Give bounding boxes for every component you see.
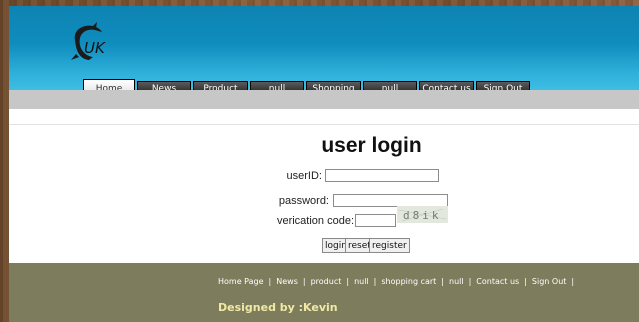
verification-code-input[interactable] <box>355 214 396 227</box>
site-footer: Home Page | News | product | null | shopping car… <box>9 263 639 322</box>
footer-links: Home Page | News | product | null | shopping car… <box>218 277 579 286</box>
designed-by: Designed by :Kevin <box>218 301 338 314</box>
footer-separator: | <box>302 277 306 286</box>
footer-link-home-page[interactable]: Home Page <box>218 277 264 286</box>
footer-link-news[interactable]: News <box>276 277 298 286</box>
fish-uk-logo-icon: UK <box>71 22 106 60</box>
captcha-image[interactable]: d8ik <box>397 206 448 223</box>
footer-link-contact-us[interactable]: Contact us <box>476 277 519 286</box>
footer-separator: | <box>268 277 272 286</box>
verification-code-label: verication code: <box>276 215 354 227</box>
footer-link-product[interactable]: product <box>311 277 342 286</box>
site-header: UK Home PageNewsProductnullShopping cart… <box>9 6 639 113</box>
userid-label: userID: <box>286 170 322 182</box>
footer-separator: | <box>373 277 377 286</box>
svg-text:UK: UK <box>84 39 106 57</box>
captcha-text: d8ik <box>403 209 442 222</box>
footer-separator: | <box>571 277 575 286</box>
gray-strip <box>9 90 639 109</box>
userid-input[interactable] <box>325 169 439 182</box>
footer-link-sign-out[interactable]: Sign Out <box>532 277 567 286</box>
footer-separator: | <box>441 277 444 286</box>
footer-separator: | <box>524 277 527 286</box>
footer-link-null-3[interactable]: null <box>354 277 369 286</box>
password-label: password: <box>278 195 329 207</box>
footer-separator: | <box>468 277 472 286</box>
spacer <box>9 109 639 124</box>
login-panel: user login userID: password: verication … <box>9 125 639 263</box>
footer-separator: | <box>346 277 350 286</box>
footer-link-null-5[interactable]: null <box>449 277 464 286</box>
page: UK Home PageNewsProductnullShopping cart… <box>9 0 639 322</box>
footer-link-shopping-cart[interactable]: shopping cart <box>381 277 436 286</box>
register-button[interactable]: register <box>369 238 410 253</box>
page-title: user login <box>321 134 422 157</box>
